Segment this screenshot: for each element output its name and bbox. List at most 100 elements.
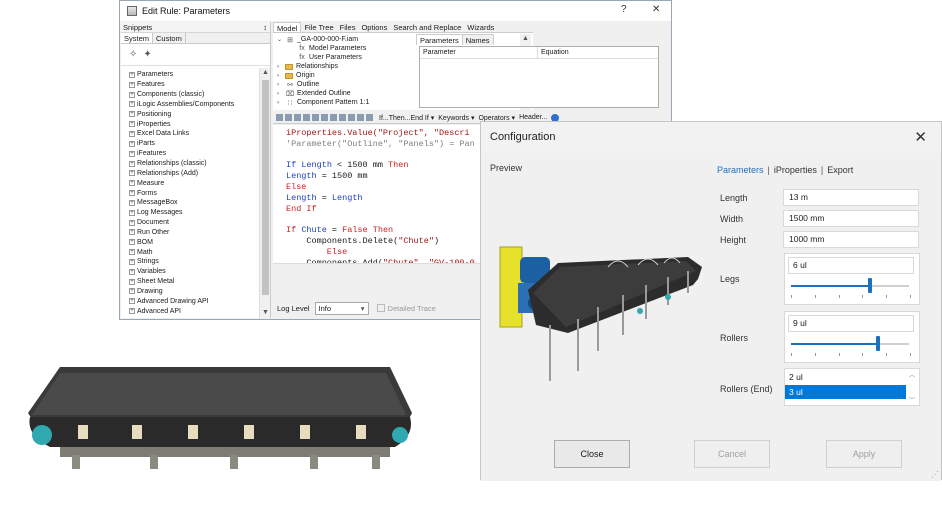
expand-icon[interactable]: + <box>129 180 135 187</box>
tab-options[interactable]: Options <box>358 22 390 32</box>
snippet-scrollbar[interactable]: ▲ ▼ <box>259 68 270 318</box>
snippet-item[interactable]: + iParts <box>129 139 259 149</box>
save-icon[interactable] <box>276 114 283 121</box>
snippet-item[interactable]: + iProperties <box>129 119 259 129</box>
expand-icon[interactable]: + <box>129 288 135 295</box>
rollers-field[interactable]: 9 ul <box>788 315 914 332</box>
pin-icon[interactable]: ↕ <box>263 22 267 32</box>
tree-expand-icon[interactable]: › <box>277 82 285 88</box>
close-button[interactable]: Close <box>554 440 630 468</box>
expand-icon[interactable]: + <box>129 81 135 88</box>
log-level-select[interactable]: Info <box>314 301 369 315</box>
scroll-thumb[interactable] <box>262 80 269 295</box>
list-option-selected[interactable]: 3 ul <box>785 385 906 399</box>
snippet-item[interactable]: + Variables <box>129 267 259 277</box>
snippet-item[interactable]: + Math <box>129 247 259 257</box>
expand-icon[interactable]: + <box>129 101 135 108</box>
column-equation[interactable]: Equation <box>538 47 569 58</box>
snippet-item[interactable]: + Advanced Drawing API <box>129 296 259 306</box>
snippet-item[interactable]: + Parameters <box>129 70 259 80</box>
tab-wizards[interactable]: Wizards <box>464 22 497 32</box>
expand-icon[interactable]: + <box>129 71 135 78</box>
expand-icon[interactable]: + <box>129 229 135 236</box>
snippet-item[interactable]: + Relationships (Add) <box>129 168 259 178</box>
tab-system[interactable]: System <box>121 33 154 43</box>
copy-icon[interactable] <box>303 114 310 121</box>
snippet-item[interactable]: + Log Messages <box>129 208 259 218</box>
list-scrollbar[interactable]: ︿ ﹀ <box>908 370 918 404</box>
scroll-down-icon[interactable]: ﹀ <box>909 395 915 404</box>
length-field[interactable]: 13 m <box>783 189 919 206</box>
comment-icon[interactable] <box>357 114 364 121</box>
tab-files[interactable]: Files <box>337 22 359 32</box>
snippet-item[interactable]: + MessageBox <box>129 198 259 208</box>
snippet-item[interactable]: + Forms <box>129 188 259 198</box>
expand-icon[interactable]: + <box>129 268 135 275</box>
detailed-trace-checkbox[interactable] <box>376 304 385 312</box>
expand-icon[interactable]: + <box>129 91 135 98</box>
snippet-item[interactable]: + Document <box>129 218 259 228</box>
expand-icon[interactable]: + <box>129 111 135 118</box>
tree-expand-icon[interactable]: › <box>277 73 285 79</box>
expand-icon[interactable]: + <box>129 249 135 256</box>
uncomment-icon[interactable] <box>366 114 373 121</box>
snippet-item[interactable]: + Features <box>129 80 259 90</box>
edit-snippet-icon[interactable]: ✦ <box>143 49 151 60</box>
help-button[interactable]: ? <box>621 4 627 15</box>
expand-icon[interactable]: + <box>129 150 135 157</box>
snippet-item[interactable]: + Positioning <box>129 109 259 119</box>
snippet-item[interactable]: + BOM <box>129 237 259 247</box>
apply-button[interactable]: Apply <box>826 440 902 468</box>
expand-icon[interactable]: + <box>129 190 135 197</box>
print-icon[interactable] <box>285 114 292 121</box>
expand-icon[interactable]: + <box>129 170 135 177</box>
outdent-icon[interactable] <box>348 114 355 121</box>
tab-parameters[interactable]: Parameters <box>717 165 764 175</box>
scroll-up-icon[interactable]: ︿ <box>909 370 915 379</box>
cancel-button[interactable]: Cancel <box>694 440 770 468</box>
tab-model[interactable]: Model <box>273 22 302 33</box>
legs-field[interactable]: 6 ul <box>788 257 914 274</box>
legs-slider-track[interactable] <box>791 285 871 287</box>
tab-custom[interactable]: Custom <box>153 33 186 43</box>
expand-icon[interactable]: + <box>129 130 135 137</box>
tree-expand-icon[interactable]: ⌄ <box>277 36 285 43</box>
list-option[interactable]: 2 ul <box>785 370 906 384</box>
snippet-item[interactable]: + Strings <box>129 257 259 267</box>
width-field[interactable]: 1500 mm <box>783 210 919 227</box>
tab-file-tree[interactable]: File Tree <box>301 22 336 32</box>
tab-search-replace[interactable]: Search and Replace <box>390 22 464 32</box>
cut-icon[interactable] <box>294 114 301 121</box>
column-parameter[interactable]: Parameter <box>420 47 538 58</box>
expand-icon[interactable]: + <box>129 121 135 128</box>
tab-names[interactable]: Names <box>461 34 494 45</box>
snippet-item[interactable]: + Run Other <box>129 228 259 238</box>
rollers-end-list[interactable]: 2 ul 3 ul ︿ ﹀ <box>784 368 920 406</box>
resize-grip-icon[interactable]: ⋰ <box>931 470 939 479</box>
snippet-item[interactable]: + Relationships (classic) <box>129 159 259 169</box>
tab-iproperties[interactable]: iProperties <box>774 165 817 175</box>
snippet-item[interactable]: + iFeatures <box>129 149 259 159</box>
snippet-item[interactable]: + Components (classic) <box>129 90 259 100</box>
expand-icon[interactable]: + <box>129 239 135 246</box>
tree-expand-icon[interactable]: › <box>277 91 285 97</box>
expand-icon[interactable]: + <box>129 308 135 315</box>
expand-icon[interactable]: + <box>129 278 135 285</box>
paste-icon[interactable] <box>312 114 319 121</box>
if-then-menu[interactable]: If...Then...End If ▾ <box>379 114 434 122</box>
scroll-up-icon[interactable]: ▲ <box>260 68 271 78</box>
tree-expand-icon[interactable]: › <box>277 64 285 70</box>
close-icon[interactable]: ✕ <box>652 4 660 15</box>
close-icon[interactable]: ✕ <box>914 128 927 146</box>
expand-icon[interactable]: + <box>129 140 135 147</box>
scroll-down-icon[interactable]: ▼ <box>260 308 271 318</box>
tab-export[interactable]: Export <box>827 165 853 175</box>
add-snippet-icon[interactable]: ✧ <box>129 49 137 60</box>
legs-slider-thumb[interactable] <box>868 278 873 293</box>
redo-icon[interactable] <box>330 114 337 121</box>
parameters-grid[interactable]: Parameter Equation <box>419 46 659 108</box>
snippet-item[interactable]: + Excel Data Links <box>129 129 259 139</box>
snippet-item[interactable]: + Measure <box>129 178 259 188</box>
expand-icon[interactable]: + <box>129 219 135 226</box>
snippet-item[interactable]: + Drawing <box>129 287 259 297</box>
